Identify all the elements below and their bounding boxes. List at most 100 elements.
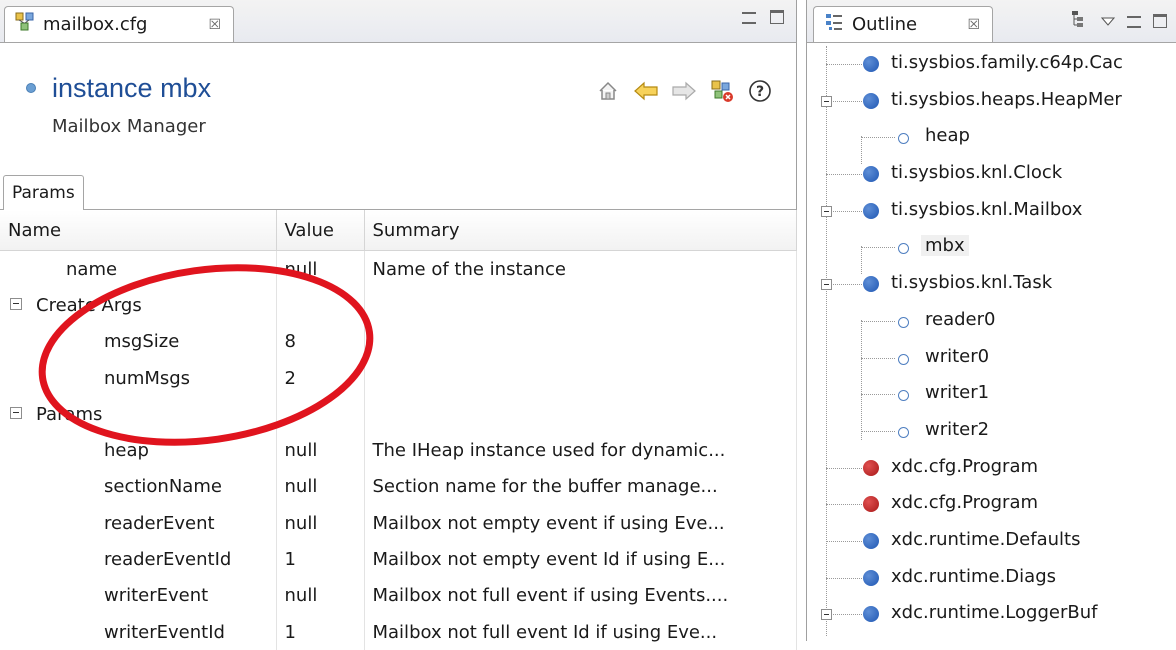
table-row-group-create-args[interactable]: Create Args (0, 287, 797, 324)
table-row[interactable]: readerEvent null Mailbox not empty event… (0, 505, 797, 542)
tree-item[interactable]: ti.sysbios.knl.Task (807, 266, 1176, 303)
param-summary (364, 287, 797, 324)
param-value[interactable]: 2 (276, 359, 365, 397)
column-header-value[interactable]: Value (276, 210, 365, 251)
tree-item-label: mbx (921, 235, 969, 257)
instance-title: instance mbx (52, 73, 212, 103)
table-row[interactable]: writerEventId 1 Mailbox not full event I… (0, 613, 797, 650)
tree-item[interactable]: xdc.runtime.LoggerBuf (807, 596, 1176, 633)
module-icon (863, 202, 879, 219)
editor-tab-mailbox-cfg[interactable]: mailbox.cfg ☒ (4, 6, 234, 42)
tree-item-label: writer1 (925, 382, 990, 404)
collapse-icon[interactable] (821, 205, 832, 217)
tree-item-label: xdc.runtime.LoggerBuf (891, 602, 1098, 624)
param-summary: Section name for the buffer manage... (364, 468, 797, 506)
tree-item-label: xdc.runtime.Defaults (891, 528, 1081, 550)
minimize-icon[interactable] (1127, 16, 1141, 28)
param-value (276, 396, 365, 433)
tree-item[interactable]: reader0 (807, 303, 1176, 340)
back-arrow-icon[interactable] (632, 77, 660, 105)
hierarchy-icon[interactable] (1071, 10, 1089, 32)
param-name: writerEventId (0, 613, 277, 650)
param-value[interactable]: null (276, 432, 365, 469)
collapse-icon[interactable] (821, 279, 832, 291)
tree-item-label: xdc.cfg.Program (891, 455, 1039, 477)
module-icon (863, 606, 879, 623)
param-summary: The IHeap instance used for dynamic... (364, 432, 797, 469)
outline-panel: Outline ☒ ti.sysbios.family.c64p.Cac ti.… (806, 0, 1176, 641)
param-value[interactable]: null (276, 468, 365, 506)
tab-outline[interactable]: Outline ☒ (813, 6, 993, 42)
column-header-summary[interactable]: Summary (364, 210, 797, 251)
param-summary: Mailbox not full event if using Events..… (364, 577, 797, 614)
param-name: name (0, 250, 277, 288)
tree-item[interactable]: ti.sysbios.heaps.HeapMer (807, 83, 1176, 120)
tree-item-label: heap (925, 125, 970, 147)
tree-item-label: ti.sysbios.knl.Clock (891, 162, 1063, 184)
module-icon (863, 532, 879, 549)
table-row[interactable]: numMsgs 2 (0, 359, 797, 397)
tree-item[interactable]: writer2 (807, 413, 1176, 450)
tree-item[interactable]: writer1 (807, 376, 1176, 413)
close-tab-icon[interactable]: ☒ (967, 17, 980, 33)
module-icon (863, 569, 879, 586)
maximize-icon[interactable] (1153, 14, 1167, 28)
table-row[interactable]: writerEvent null Mailbox not full event … (0, 577, 797, 614)
table-row[interactable]: readerEventId 1 Mailbox not empty event … (0, 541, 797, 578)
tree-item[interactable]: xdc.cfg.Program (807, 450, 1176, 487)
tree-item[interactable]: writer0 (807, 340, 1176, 377)
tree-item[interactable]: ti.sysbios.knl.Clock (807, 156, 1176, 193)
tab-params[interactable]: Params (3, 175, 84, 210)
param-summary: Name of the instance (364, 250, 797, 288)
module-error-icon (863, 496, 879, 513)
tree-item[interactable]: xdc.runtime.Diags (807, 560, 1176, 597)
tree-item-label: ti.sysbios.family.c64p.Cac (891, 52, 1123, 73)
tree-item[interactable]: xdc.runtime.Defaults (807, 523, 1176, 560)
param-value[interactable]: 1 (276, 541, 365, 578)
module-icon (863, 276, 879, 293)
tree-item[interactable]: xdc.cfg.Program (807, 486, 1176, 523)
table-row[interactable]: heap null The IHeap instance used for dy… (0, 432, 797, 469)
table-row-group-params[interactable]: Params (0, 396, 797, 433)
editor-tab-bar: mailbox.cfg ☒ (0, 0, 796, 43)
param-value (276, 287, 365, 324)
tree-item[interactable]: ti.sysbios.knl.Mailbox (807, 193, 1176, 230)
home-icon[interactable] (594, 77, 622, 105)
instance-icon (898, 353, 909, 365)
param-name: readerEvent (0, 505, 277, 542)
table-row[interactable]: msgSize 8 (0, 323, 797, 360)
instance-icon (898, 133, 909, 145)
param-value[interactable]: null (276, 505, 365, 542)
tree-item-selected[interactable]: mbx (807, 229, 1176, 266)
param-value[interactable]: 1 (276, 613, 365, 650)
collapse-icon[interactable] (821, 609, 832, 621)
tree-item-label: writer2 (925, 418, 990, 440)
tree-item-label: ti.sysbios.knl.Task (891, 272, 1053, 294)
param-value[interactable]: null (276, 577, 365, 614)
collapse-icon[interactable] (821, 95, 832, 107)
collapse-icon[interactable] (10, 407, 22, 420)
group-label: Create Args (36, 294, 142, 316)
collapse-icon[interactable] (10, 298, 22, 311)
tree-item[interactable]: heap (807, 119, 1176, 156)
param-name: heap (0, 432, 277, 469)
table-row[interactable]: sectionName null Section name for the bu… (0, 468, 797, 506)
param-value[interactable]: 8 (276, 323, 365, 360)
configure-module-icon[interactable] (708, 77, 736, 105)
param-summary (364, 359, 797, 397)
view-menu-icon[interactable] (1100, 12, 1116, 31)
maximize-icon[interactable] (770, 10, 784, 24)
tree-item[interactable]: ti.sysbios.family.c64p.Cac (807, 46, 1176, 83)
minimize-icon[interactable] (742, 12, 756, 24)
param-name: readerEventId (0, 541, 277, 578)
param-value[interactable]: null (276, 250, 365, 288)
param-name: sectionName (0, 468, 277, 506)
outline-tree: ti.sysbios.family.c64p.Cac ti.sysbios.he… (807, 46, 1176, 636)
help-icon[interactable]: ? (746, 77, 774, 105)
tree-item-label: reader0 (925, 308, 996, 330)
params-table: Name Value Summary name null Name of the… (0, 210, 797, 650)
close-tab-icon[interactable]: ☒ (208, 17, 221, 33)
table-row[interactable]: name null Name of the instance (0, 250, 797, 288)
column-header-name[interactable]: Name (0, 210, 277, 251)
forward-arrow-icon[interactable] (670, 77, 698, 105)
